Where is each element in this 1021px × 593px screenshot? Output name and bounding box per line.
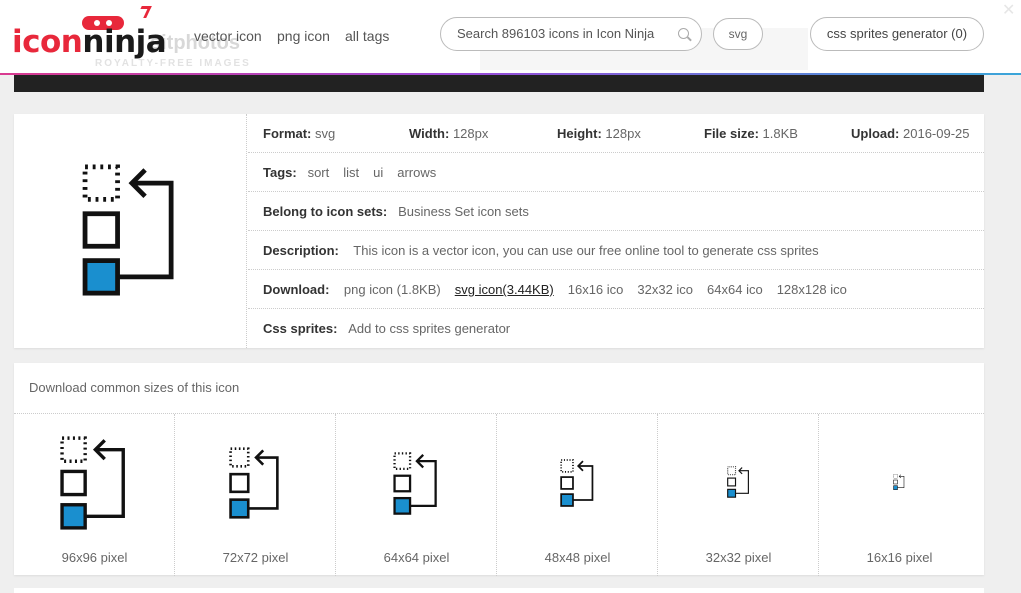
description-label: Description: bbox=[263, 243, 339, 258]
sizes-grid: 96x96 pixel 72x72 pixel 64x64 pixel 48x4… bbox=[14, 413, 984, 576]
sort-arrows-icon bbox=[727, 466, 749, 498]
size-label: 48x48 pixel bbox=[544, 550, 611, 565]
size-option-96[interactable]: 96x96 pixel bbox=[14, 414, 175, 576]
upload-field: Upload: 2016-09-25 bbox=[851, 114, 970, 153]
description-text: This icon is a vector icon, you can use … bbox=[353, 243, 819, 258]
icon-sets-field: Belong to icon sets: Business Set icon s… bbox=[263, 192, 529, 231]
upload-value: 2016-09-25 bbox=[903, 126, 970, 141]
size-option-48[interactable]: 48x48 pixel bbox=[497, 414, 658, 576]
tags-label: Tags: bbox=[263, 165, 297, 180]
logo-text-icon: icon bbox=[12, 24, 83, 60]
icon-set-link[interactable]: Business Set icon sets bbox=[398, 204, 529, 219]
height-label: Height: bbox=[557, 126, 602, 141]
sort-arrows-icon bbox=[229, 447, 279, 519]
add-to-css-sprites-link[interactable]: Add to css sprites generator bbox=[348, 321, 510, 336]
dark-banner-strip bbox=[14, 75, 984, 92]
logo-text: iconninja bbox=[12, 24, 167, 60]
format-label: Format: bbox=[263, 126, 312, 141]
info-row-icon-sets: Belong to icon sets: Business Set icon s… bbox=[248, 192, 984, 231]
search-icon[interactable] bbox=[678, 28, 689, 39]
size-label: 96x96 pixel bbox=[61, 550, 128, 565]
info-row-download: Download: png icon (1.8KB) svg icon(3.44K… bbox=[248, 270, 984, 309]
info-row-tags: Tags: sort list ui arrows bbox=[248, 153, 984, 192]
download-ico-64-link[interactable]: 64x64 ico bbox=[707, 282, 763, 297]
nav-png-icon[interactable]: png icon bbox=[277, 28, 330, 44]
width-label: Width: bbox=[409, 126, 450, 141]
size-option-64[interactable]: 64x64 pixel bbox=[336, 414, 497, 576]
info-row-css-sprites: Css sprites: Add to css sprites generato… bbox=[248, 309, 984, 348]
sort-arrows-icon bbox=[560, 459, 594, 507]
tag-link[interactable]: arrows bbox=[397, 165, 436, 180]
size-option-72[interactable]: 72x72 pixel bbox=[175, 414, 336, 576]
download-ico-32-link[interactable]: 32x32 ico bbox=[637, 282, 693, 297]
tag-link[interactable]: ui bbox=[373, 165, 383, 180]
sort-arrows-icon bbox=[393, 452, 437, 515]
tag-link[interactable]: sort bbox=[308, 165, 330, 180]
height-value: 128px bbox=[605, 126, 641, 141]
file-size-label: File size: bbox=[704, 126, 759, 141]
ad-close-icon[interactable]: ✕ bbox=[1002, 0, 1020, 19]
site-header: sitphotos ROYALTY-FREE IMAGES iconninja … bbox=[0, 0, 1021, 74]
logo-text-ninja: ninja bbox=[82, 24, 167, 60]
css-sprites-generator-button[interactable]: css sprites generator (0) bbox=[810, 17, 984, 51]
tags-field: Tags: sort list ui arrows bbox=[263, 153, 450, 192]
upload-label: Upload: bbox=[851, 126, 900, 141]
file-size-field: File size: 1.8KB bbox=[704, 114, 798, 153]
info-row-description: Description: This icon is a vector icon,… bbox=[248, 231, 984, 270]
search-input[interactable] bbox=[457, 26, 677, 41]
next-card-edge bbox=[14, 588, 984, 593]
file-size-value: 1.8KB bbox=[762, 126, 798, 141]
nav-all-tags[interactable]: all tags bbox=[345, 28, 389, 44]
search-box bbox=[440, 17, 702, 51]
width-field: Width: 128px bbox=[409, 114, 488, 153]
height-field: Height: 128px bbox=[557, 114, 641, 153]
css-sprites-field: Css sprites: Add to css sprites generato… bbox=[263, 309, 510, 348]
sort-arrows-icon bbox=[60, 436, 125, 530]
width-value: 128px bbox=[452, 126, 489, 141]
nav-vector-icon[interactable]: vector icon bbox=[194, 28, 262, 44]
size-label: 32x32 pixel bbox=[705, 550, 772, 565]
css-sprites-label: Css sprites: bbox=[263, 321, 338, 336]
download-ico-16-link[interactable]: 16x16 ico bbox=[568, 282, 624, 297]
svg-toggle-button[interactable]: svg bbox=[713, 18, 763, 50]
format-value: svg bbox=[315, 126, 336, 141]
size-option-16[interactable]: 16x16 pixel bbox=[819, 414, 980, 576]
size-label: 16x16 pixel bbox=[866, 550, 933, 565]
icon-sets-label: Belong to icon sets: bbox=[263, 204, 388, 219]
common-sizes-card: Download common sizes of this icon 96x96… bbox=[14, 363, 984, 576]
size-option-32[interactable]: 32x32 pixel bbox=[658, 414, 819, 576]
info-row-meta: Format: svg Width: 128px Height: 128px F… bbox=[248, 114, 984, 153]
download-ico-128-link[interactable]: 128x128 ico bbox=[777, 282, 847, 297]
download-svg-link[interactable]: svg icon(3.44KB) bbox=[455, 282, 554, 297]
description-field: Description: This icon is a vector icon,… bbox=[263, 231, 819, 270]
size-label: 72x72 pixel bbox=[222, 550, 289, 565]
download-label: Download: bbox=[263, 282, 330, 297]
icon-info-rows: Format: svg Width: 128px Height: 128px F… bbox=[248, 114, 984, 348]
icon-preview bbox=[14, 114, 247, 348]
icon-detail-card: Format: svg Width: 128px Height: 128px F… bbox=[14, 114, 984, 348]
sort-arrows-icon bbox=[82, 164, 174, 296]
download-field: Download: png icon (1.8KB) svg icon(3.44K… bbox=[263, 270, 861, 309]
tag-link[interactable]: list bbox=[343, 165, 359, 180]
common-sizes-title: Download common sizes of this icon bbox=[29, 380, 240, 395]
download-png-link[interactable]: png icon (1.8KB) bbox=[344, 282, 441, 297]
site-logo[interactable]: iconninja bbox=[12, 6, 167, 60]
format-field: Format: svg bbox=[263, 114, 335, 153]
headband-tie-icon bbox=[136, 6, 152, 18]
size-label: 64x64 pixel bbox=[383, 550, 450, 565]
sort-arrows-icon bbox=[893, 474, 905, 490]
